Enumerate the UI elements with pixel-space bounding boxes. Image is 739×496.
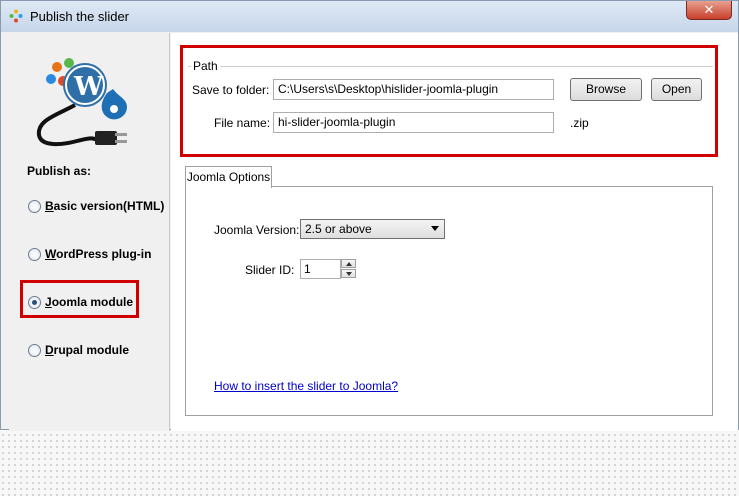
slider-id-label: Slider ID: (245, 263, 295, 277)
spin-down-button[interactable] (341, 269, 356, 278)
highlight-box-path (180, 45, 718, 157)
joomla-version-label: Joomla Version: (214, 223, 300, 237)
radio-label[interactable]: WordPress plug-in (45, 247, 151, 261)
slider-id-field[interactable]: 1 (300, 259, 341, 279)
title-bar[interactable]: Publish the slider ✕ (1, 1, 738, 32)
arrow-up-icon[interactable] (346, 262, 352, 266)
radio-label[interactable]: Drupal module (45, 343, 129, 357)
app-icon (9, 9, 23, 23)
highlight-box-joomla (20, 280, 139, 318)
joomla-version-select[interactable]: 2.5 or above (300, 219, 445, 239)
radio-basic-html[interactable]: Basic version(HTML) (28, 199, 164, 213)
radio-label[interactable]: Basic version(HTML) (45, 199, 164, 213)
radio-button[interactable] (28, 199, 41, 213)
tab-joomla-options[interactable]: Joomla Options (185, 166, 272, 188)
arrow-down-icon[interactable] (346, 272, 352, 276)
radio-wordpress[interactable]: WordPress plug-in (28, 247, 151, 261)
radio-drupal[interactable]: Drupal module (28, 343, 129, 357)
window-title: Publish the slider (30, 9, 129, 24)
plugin-logo: W (36, 58, 127, 147)
close-button[interactable]: ✕ (686, 1, 732, 20)
svg-text:W: W (73, 72, 104, 102)
chevron-down-icon[interactable] (431, 226, 439, 231)
joomla-version-value[interactable]: 2.5 or above (305, 222, 372, 236)
publish-as-label: Publish as: (27, 164, 92, 178)
help-link-joomla[interactable]: How to insert the slider to Joomla? (214, 379, 398, 393)
close-icon[interactable]: ✕ (704, 2, 715, 17)
radio-button[interactable] (28, 247, 41, 261)
left-panel: W Publish as: Basic version(HTML) WordPr… (9, 33, 170, 431)
radio-button[interactable] (28, 343, 41, 357)
spin-up-button[interactable] (341, 259, 356, 268)
